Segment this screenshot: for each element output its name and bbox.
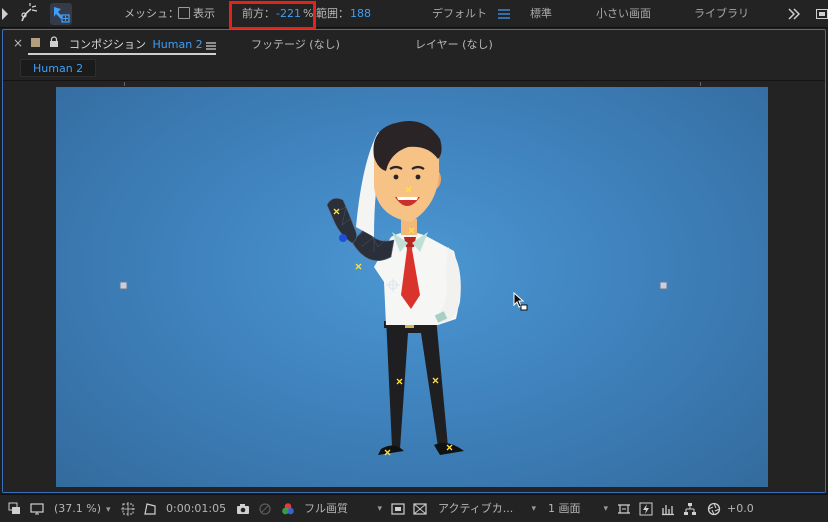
zoom-value: (37.1 %) — [54, 502, 102, 515]
view-layout-select[interactable]: 1 画面 ▾ — [548, 495, 610, 522]
chevron-down-icon: ▾ — [603, 504, 608, 514]
composition-chip[interactable]: Human 2 — [20, 59, 97, 77]
tab-composition-name: Human 2 — [152, 38, 203, 51]
resolution-select[interactable]: フル画質 ▾ — [304, 495, 384, 522]
mesh-show-label: 表示 — [193, 7, 215, 20]
pixel-aspect-icon[interactable] — [617, 502, 631, 516]
resolution-value: フル画質 — [304, 502, 348, 515]
workspace-small-screen[interactable]: 小さい画面 — [596, 0, 651, 28]
puppet-starch-tool-icon[interactable] — [18, 3, 40, 25]
chevron-down-icon: ▾ — [377, 504, 382, 514]
camera-icon[interactable] — [236, 502, 250, 516]
mask-visibility-icon[interactable] — [143, 502, 157, 516]
label-color-swatch[interactable] — [31, 38, 40, 47]
range-label: 範囲： — [316, 7, 349, 20]
view-layout-value: 1 画面 — [548, 502, 581, 515]
fast-previews-bolt-icon[interactable] — [639, 502, 653, 516]
panel-menu-icon[interactable] — [816, 8, 828, 20]
frame-tick — [700, 82, 701, 86]
color-channels-icon[interactable] — [281, 502, 295, 516]
workspace-standard[interactable]: 標準 — [530, 0, 552, 28]
viewer-control-bar: (37.1 %) ▾ 0:00:01:05 フル画質 ▾ アクティブカ... ▾ 1 … — [0, 494, 828, 522]
workspace-default[interactable]: デフォルト — [432, 0, 487, 28]
tab-composition-prefix: コンポジション — [69, 38, 146, 51]
timeline-icon[interactable] — [661, 502, 675, 516]
close-icon[interactable]: × — [13, 36, 23, 50]
snapshot-icon[interactable] — [258, 502, 272, 516]
composition-viewer[interactable] — [3, 82, 825, 492]
character-illustration — [119, 121, 668, 456]
reset-exposure-icon[interactable] — [707, 502, 721, 516]
composition-panel: × コンポジション Human 2 フッテージ (なし) レイヤー (なし) H… — [2, 29, 826, 493]
selected-pin — [339, 234, 347, 242]
composition-breadcrumb-row: Human 2 — [3, 57, 825, 81]
lock-icon[interactable] — [49, 36, 59, 51]
top-toolbar: メッシュ： 表示 前方： -221 % 範囲： 188 デフォルト 標準 小さい… — [0, 0, 828, 30]
layer-handle-right — [659, 281, 668, 290]
double-chevron-right-icon[interactable] — [788, 8, 801, 20]
tab-layer[interactable]: レイヤー (なし) — [415, 36, 493, 52]
highlight-frame — [229, 1, 316, 30]
range-value[interactable]: 188 — [350, 0, 371, 28]
mesh-show-checkbox[interactable]: 表示 — [178, 0, 215, 28]
current-time[interactable]: 0:00:01:05 — [166, 495, 226, 522]
chevron-down-icon: ▾ — [106, 505, 111, 515]
zoom-select[interactable]: (37.1 %) ▾ — [54, 495, 111, 522]
chevron-down-icon: ▾ — [531, 504, 536, 514]
active-tab-underline — [28, 53, 216, 55]
transparency-grid-icon[interactable] — [413, 502, 427, 516]
frame-tick — [124, 82, 125, 86]
layer-handle-left — [119, 281, 128, 290]
panel-tab-bar: × コンポジション Human 2 フッテージ (なし) レイヤー (なし) — [3, 30, 825, 57]
composition-canvas[interactable] — [56, 87, 768, 487]
mouse-cursor — [513, 291, 528, 311]
tab-menu-icon[interactable] — [206, 40, 216, 53]
always-preview-icon[interactable] — [8, 502, 22, 516]
tab-composition[interactable]: コンポジション Human 2 — [69, 36, 203, 52]
play-triangle-icon[interactable] — [0, 4, 10, 26]
mesh-label: メッシュ： — [124, 7, 179, 20]
flowchart-icon[interactable] — [683, 502, 697, 516]
checkbox-box[interactable] — [178, 7, 190, 19]
puppet-advanced-pin-tool-icon[interactable] — [50, 3, 72, 25]
region-of-interest-icon[interactable] — [121, 502, 135, 516]
workspace-libraries[interactable]: ライブラリ — [694, 0, 749, 28]
view-value: アクティブカ... — [438, 502, 514, 515]
view-select[interactable]: アクティブカ... ▾ — [438, 495, 538, 522]
monitor-icon[interactable] — [30, 502, 44, 516]
tab-footage[interactable]: フッテージ (なし) — [251, 36, 340, 52]
fast-preview-icon[interactable] — [391, 502, 405, 516]
hamburger-icon[interactable] — [498, 9, 510, 19]
exposure-value[interactable]: +0.0 — [727, 495, 754, 522]
